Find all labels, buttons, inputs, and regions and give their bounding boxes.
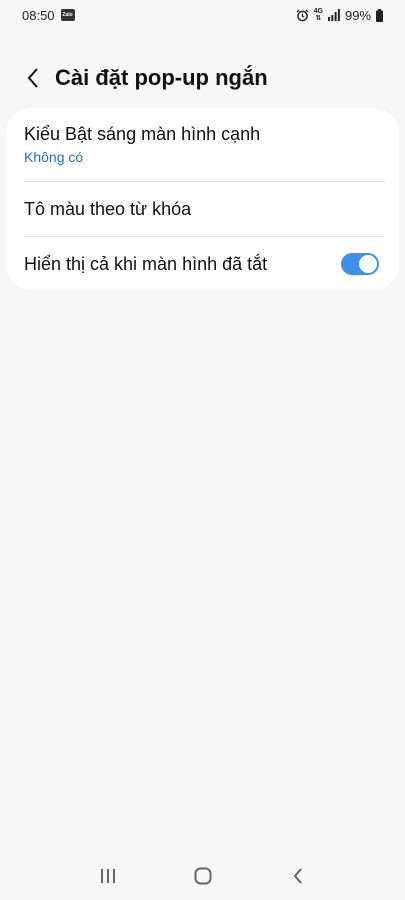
home-button[interactable]	[183, 858, 223, 894]
nav-back-button[interactable]	[278, 858, 318, 894]
chevron-left-icon	[27, 68, 38, 88]
settings-card: Kiểu Bật sáng màn hình cạnh Không có Tô …	[6, 108, 399, 290]
back-icon	[293, 868, 302, 884]
back-button[interactable]	[18, 63, 48, 93]
recents-icon	[100, 869, 115, 883]
signal-icon	[327, 9, 340, 21]
status-left: 08:50 Zalo	[22, 8, 75, 23]
setting-title: Hiển thị cả khi màn hình đã tắt	[24, 253, 268, 274]
app-bar: Cài đặt pop-up ngắn	[0, 56, 405, 100]
home-icon	[194, 867, 211, 885]
zalo-notification-icon: Zalo	[60, 9, 75, 21]
battery-percent: 99%	[344, 7, 371, 23]
setting-title: Tô màu theo từ khóa	[24, 199, 192, 219]
navigation-bar	[0, 858, 405, 894]
divider	[24, 236, 385, 237]
setting-title: Kiểu Bật sáng màn hình cạnh	[24, 124, 261, 144]
battery-icon	[376, 8, 383, 22]
setting-show-when-screen-off[interactable]: Hiển thị cả khi màn hình đã tắt	[6, 238, 399, 290]
show-when-screen-off-toggle[interactable]	[341, 253, 379, 275]
setting-edge-lighting-style[interactable]: Kiểu Bật sáng màn hình cạnh Không có	[6, 108, 399, 181]
network-type: 4G ⇅	[314, 8, 323, 22]
toggle-knob	[359, 255, 377, 273]
page-title: Cài đặt pop-up ngắn	[55, 65, 268, 90]
network-arrows-icon: ⇅	[315, 15, 322, 22]
setting-value: Không có	[24, 149, 84, 165]
alarm-icon	[296, 9, 309, 22]
network-label: 4G	[313, 8, 323, 15]
setting-keyword-highlight[interactable]: Tô màu theo từ khóa	[6, 182, 399, 237]
status-bar: 08:50 Zalo 4G ⇅ 99%	[0, 0, 405, 30]
status-time: 08:50	[22, 7, 55, 23]
screen: 08:50 Zalo 4G ⇅ 99% Cài đặt pop-up ngắn …	[0, 0, 405, 900]
recents-button[interactable]	[88, 858, 128, 894]
status-right: 4G ⇅ 99%	[296, 8, 383, 23]
